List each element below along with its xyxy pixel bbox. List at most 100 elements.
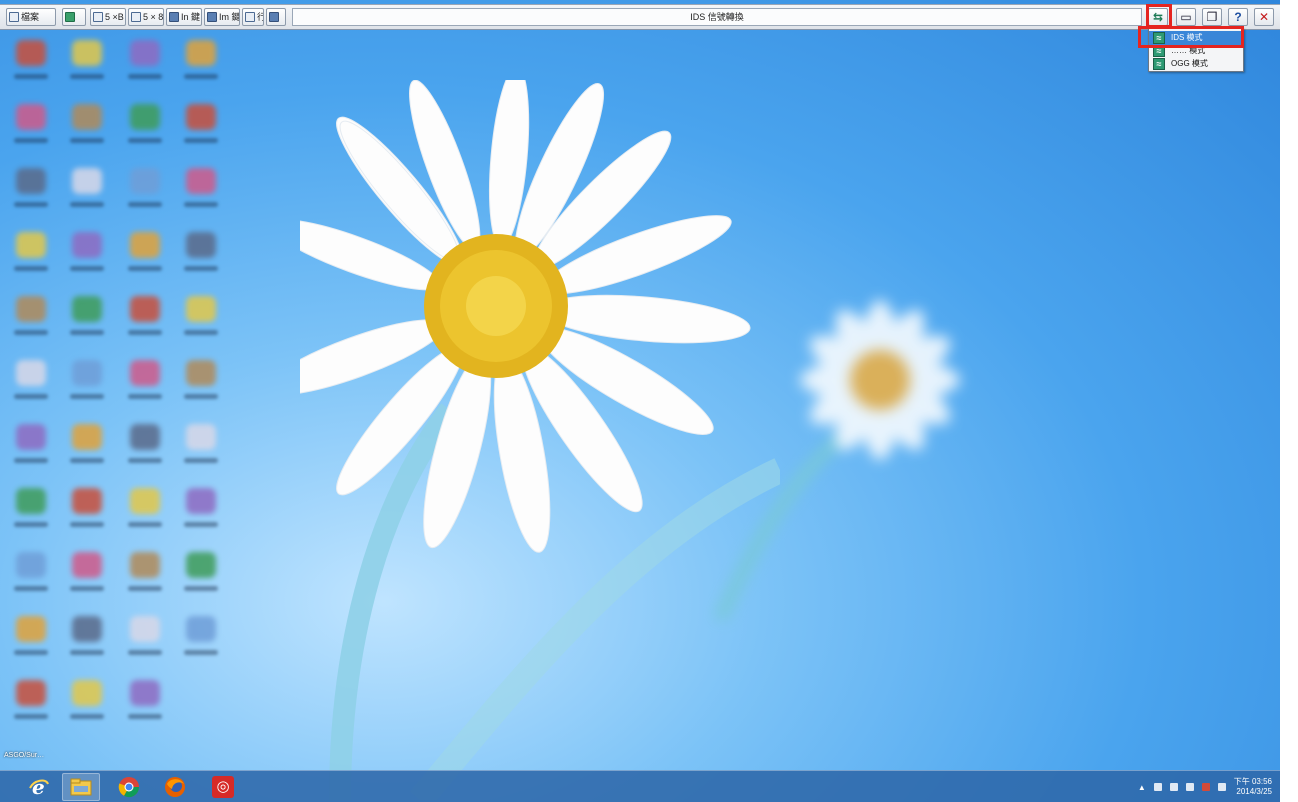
desktop-icon[interactable] — [186, 296, 216, 322]
desktop-icon[interactable] — [16, 616, 46, 642]
desktop-icon[interactable] — [72, 232, 102, 258]
clock[interactable]: 下午 03:56 2014/3/25 — [1234, 777, 1272, 797]
toolbar-button-file[interactable]: 檔案 — [6, 8, 56, 26]
help-button[interactable]: ? — [1228, 8, 1248, 26]
restore-button[interactable]: ❐ — [1202, 8, 1222, 26]
desktop-icon[interactable] — [130, 488, 160, 514]
desktop-icon[interactable] — [72, 680, 102, 706]
desktop-icon[interactable] — [16, 680, 46, 706]
desktop-icon[interactable] — [130, 552, 160, 578]
desktop-icon[interactable] — [186, 488, 216, 514]
desktop-icon[interactable] — [16, 360, 46, 386]
desktop-icon-label — [184, 330, 218, 335]
taskbar: e ◎ ▲ 下午 03:56 2014/3/25 — [0, 770, 1280, 802]
taskbar-file-explorer[interactable] — [62, 773, 100, 801]
desktop-icon[interactable] — [186, 424, 216, 450]
capture-icon — [269, 12, 279, 22]
desktop-icon[interactable] — [130, 168, 160, 194]
desktop-icon[interactable] — [16, 232, 46, 258]
toolbar-button-open[interactable] — [62, 8, 86, 26]
tray-expand-icon[interactable]: ▲ — [1138, 783, 1146, 792]
toolbar-button-channel-im[interactable]: Im 鍵 — [204, 8, 240, 26]
desktop-icon[interactable] — [72, 424, 102, 450]
taskbar-chrome[interactable] — [110, 773, 148, 801]
menu-item-ogg-mode[interactable]: ≈ OGG 模式 — [1149, 57, 1243, 71]
desktop-icon[interactable] — [186, 552, 216, 578]
toolbar-button-split-b[interactable]: 5 × 8 — [128, 8, 164, 26]
desktop-icon[interactable] — [16, 424, 46, 450]
ogg-icon: ≈ — [1153, 58, 1165, 70]
system-tray: ▲ 下午 03:56 2014/3/25 — [1138, 775, 1272, 799]
desktop-icon[interactable] — [16, 104, 46, 130]
netease-music-icon: ◎ — [212, 776, 234, 798]
desktop-icon-label — [14, 330, 48, 335]
desktop-icon[interactable] — [130, 40, 160, 66]
desktop-icon[interactable] — [72, 488, 102, 514]
help-icon: ? — [1234, 10, 1242, 24]
desktop-icon-label — [70, 714, 104, 719]
desktop-icon[interactable] — [72, 360, 102, 386]
desktop-icon-grid — [0, 32, 240, 752]
desktop-icon-label — [184, 522, 218, 527]
speaker-icon[interactable] — [1153, 783, 1162, 791]
desktop-icon[interactable] — [186, 40, 216, 66]
desktop-icon[interactable] — [72, 296, 102, 322]
desktop-icon[interactable] — [72, 40, 102, 66]
desktop-icon[interactable] — [186, 168, 216, 194]
toolbar-button-label: 行 — [257, 9, 263, 25]
desktop-icon[interactable] — [16, 488, 46, 514]
desktop-icon[interactable] — [186, 616, 216, 642]
channel-icon — [169, 12, 179, 22]
desktop-icon[interactable] — [72, 616, 102, 642]
toolbar-button-label: Im 鍵 — [219, 12, 240, 22]
desktop-icon[interactable] — [72, 168, 102, 194]
taskbar-ie[interactable]: e — [20, 773, 58, 801]
desktop-icon-label — [184, 650, 218, 655]
desktop-icon-label — [14, 586, 48, 591]
taskbar-firefox[interactable] — [156, 773, 194, 801]
desktop-icon[interactable] — [72, 104, 102, 130]
desktop-icon[interactable] — [130, 680, 160, 706]
close-button[interactable]: ✕ — [1254, 8, 1274, 26]
taskbar-netease-music[interactable]: ◎ — [204, 773, 242, 801]
desktop-icon[interactable] — [130, 296, 160, 322]
desktop-icon[interactable] — [16, 40, 46, 66]
firefox-icon — [165, 777, 185, 797]
toolbar-title: IDS 信號轉換 — [292, 8, 1142, 26]
desktop-icon-label — [14, 266, 48, 271]
toolbar-button-split-a[interactable]: 5 ×B — [90, 8, 126, 26]
desktop-icon[interactable] — [130, 616, 160, 642]
restore-icon: ❐ — [1206, 10, 1218, 24]
desktop-icon-label — [128, 650, 162, 655]
desktop-icon-label — [14, 650, 48, 655]
flag-icon[interactable] — [1169, 783, 1178, 791]
toolbar-button-capture[interactable] — [266, 8, 286, 26]
desktop-icon[interactable] — [130, 360, 160, 386]
desktop-icon-label — [70, 522, 104, 527]
toolbar-button-tile[interactable]: 行 — [242, 8, 264, 26]
desktop-icon-label — [70, 650, 104, 655]
desktop-icon[interactable] — [16, 552, 46, 578]
desktop-icon-label — [128, 138, 162, 143]
desktop-icon[interactable] — [186, 104, 216, 130]
network-icon[interactable] — [1185, 783, 1194, 791]
document-icon — [9, 12, 19, 22]
desktop-icon[interactable] — [130, 424, 160, 450]
desktop-icon-label — [70, 394, 104, 399]
desktop-icon[interactable] — [130, 104, 160, 130]
desktop-icon-label — [128, 394, 162, 399]
desktop-icon-label — [70, 586, 104, 591]
desktop-icon[interactable] — [130, 232, 160, 258]
desktop-icon[interactable] — [72, 552, 102, 578]
menu-item-label: OGG 模式 — [1171, 59, 1208, 68]
desktop-icon[interactable] — [16, 168, 46, 194]
desktop-icon[interactable] — [186, 360, 216, 386]
desktop-icon-label — [184, 394, 218, 399]
window-button[interactable]: ▭ — [1176, 8, 1196, 26]
desktop-icon[interactable] — [16, 296, 46, 322]
desktop-icon[interactable] — [186, 232, 216, 258]
app-tray-icon[interactable] — [1201, 783, 1210, 791]
toolbar-button-channel-in[interactable]: In 鍵 — [166, 8, 202, 26]
app-toolbar: 檔案 5 ×B 5 × 8 In 鍵 Im 鍵 行 IDS 信號轉換 — [0, 4, 1280, 30]
input-method-icon[interactable] — [1217, 783, 1226, 791]
